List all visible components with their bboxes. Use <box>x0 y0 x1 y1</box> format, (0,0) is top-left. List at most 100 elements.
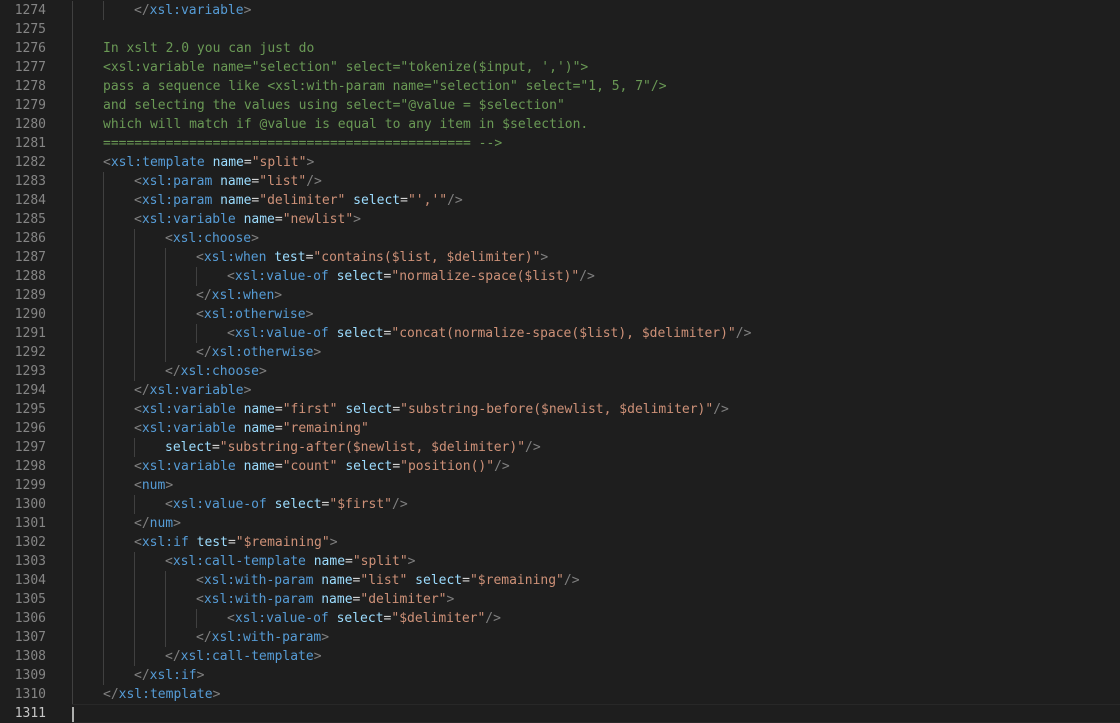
code-line[interactable]: <xsl:choose> <box>72 229 1120 248</box>
code-line[interactable]: </num> <box>72 514 1120 533</box>
code-line[interactable]: </xsl:variable> <box>72 381 1120 400</box>
code-line[interactable]: <xsl:otherwise> <box>72 305 1120 324</box>
code-line[interactable]: </xsl:choose> <box>72 362 1120 381</box>
code-line[interactable]: <xsl:call-template name="split"> <box>72 552 1120 571</box>
code-line[interactable]: and selecting the values using select="@… <box>72 96 1120 115</box>
line-number: 1292 <box>14 345 46 360</box>
line-number: 1290 <box>14 307 46 322</box>
token-bracket: </ <box>103 687 119 702</box>
code-line[interactable]: </xsl:when> <box>72 286 1120 305</box>
token-attr: test <box>196 535 228 550</box>
code-line[interactable]: select="substring-after($newlist, $delim… <box>72 438 1120 457</box>
code-line[interactable]: <xsl:value-of select="normalize-space($l… <box>72 267 1120 286</box>
token-attr: test <box>274 250 306 265</box>
code-text: and selecting the values using select="@… <box>103 96 565 115</box>
token-bracket: < <box>134 459 142 474</box>
line-number: 1305 <box>14 592 46 607</box>
code-area[interactable]: </xsl:variable> In xslt 2.0 you can just … <box>72 0 1120 723</box>
token-tag: xsl:param <box>141 193 213 208</box>
code-editor[interactable]: 1274 1275 1276 1277 1278 1279 1280 1281 1282 1283… <box>0 0 1120 723</box>
code-text: <xsl:variable name="selection" select="t… <box>103 58 588 77</box>
token-str: "position()" <box>400 459 495 474</box>
code-text: </xsl:template> <box>103 685 220 704</box>
token-bracket: > <box>274 288 283 303</box>
token-bracket: > <box>313 345 322 360</box>
text-cursor <box>72 707 74 722</box>
token-bracket: > <box>173 516 181 531</box>
code-line[interactable]: <xsl:with-param name="list" select="$rem… <box>72 571 1120 590</box>
code-line[interactable]: </xsl:otherwise> <box>72 343 1120 362</box>
code-text: <xsl:variable name="first" select="subst… <box>134 400 729 419</box>
token-bracket: > <box>329 535 338 550</box>
code-line[interactable]: </xsl:variable> <box>72 1 1120 20</box>
token-bracket: < <box>165 497 173 512</box>
token-tag: xsl:variable <box>141 212 236 227</box>
token-comment: and selecting the values using select="@… <box>103 98 565 113</box>
code-line[interactable]: </xsl:with-param> <box>72 628 1120 647</box>
code-line[interactable]: <xsl:value-of select="$delimiter"/> <box>72 609 1120 628</box>
token-tag: xsl:if <box>141 535 189 550</box>
token-bracket: < <box>103 155 111 170</box>
code-line[interactable]: </xsl:call-template> <box>72 647 1120 666</box>
code-line[interactable]: <xsl:variable name="count" select="posit… <box>72 457 1120 476</box>
token-attr: name <box>220 174 252 189</box>
token-tag: xsl:choose <box>172 231 252 246</box>
token-bracket: > <box>353 212 361 227</box>
code-line[interactable]: ========================================… <box>72 134 1120 153</box>
token-tag: xsl:with-param <box>203 573 314 588</box>
token-bracket: < <box>165 554 173 569</box>
token-str: "delimiter" <box>259 193 346 208</box>
code-text: <xsl:variable name="newlist"> <box>134 210 361 229</box>
current-code-line[interactable] <box>72 704 1120 723</box>
token-attr: select <box>353 193 401 208</box>
token-eq: = <box>274 459 283 474</box>
line-number: 1285 <box>14 212 46 227</box>
code-line[interactable]: which will match if @value is equal to a… <box>72 115 1120 134</box>
code-line[interactable]: <xsl:template name="split"> <box>72 153 1120 172</box>
token-tag: xsl:with-param <box>211 630 322 645</box>
code-line[interactable]: <xsl:variable name="remaining" <box>72 419 1120 438</box>
line-number: 1288 <box>14 269 46 284</box>
code-text: <xsl:value-of select="$delimiter"/> <box>227 609 501 628</box>
code-line[interactable]: <xsl:param name="list"/> <box>72 172 1120 191</box>
indent-guide <box>134 495 135 514</box>
token-attr: select <box>274 497 322 512</box>
code-line[interactable]: <xsl:value-of select="concat(normalize-s… <box>72 324 1120 343</box>
code-line[interactable]: <xsl:when test="contains($list, $delimit… <box>72 248 1120 267</box>
code-line[interactable]: <num> <box>72 476 1120 495</box>
line-number: 1294 <box>14 383 46 398</box>
token-str: "substring-after($newlist, $delimiter)" <box>219 440 526 455</box>
code-line[interactable]: <xsl:if test="$remaining"> <box>72 533 1120 552</box>
token-tag: xsl:variable <box>141 402 236 417</box>
code-line[interactable]: <xsl:param name="delimiter" select="','"… <box>72 191 1120 210</box>
token-tag: xsl:otherwise <box>203 307 306 322</box>
token-bracket: < <box>134 193 142 208</box>
code-text: </num> <box>134 514 181 533</box>
code-line[interactable]: In xslt 2.0 you can just do <box>72 39 1120 58</box>
code-text: <xsl:template name="split"> <box>103 153 314 172</box>
code-text: <xsl:with-param name="list" select="$rem… <box>196 571 580 590</box>
token-bracket: > <box>306 155 315 170</box>
code-line[interactable]: </xsl:template> <box>72 685 1120 704</box>
code-line[interactable]: <xsl:value-of select="$first"/> <box>72 495 1120 514</box>
token-tag: xsl:variable <box>141 459 236 474</box>
code-line[interactable]: <xsl:variable name="selection" select="t… <box>72 58 1120 77</box>
indent-guide <box>165 248 166 362</box>
code-line[interactable]: </xsl:if> <box>72 666 1120 685</box>
token-tag: xsl:otherwise <box>211 345 314 360</box>
indent-guide <box>134 438 135 457</box>
token-bracket: < <box>227 326 235 341</box>
token-tag: xsl:call-template <box>180 649 314 664</box>
token-str: "split" <box>352 554 408 569</box>
code-line[interactable]: pass a sequence like <xsl:with-param nam… <box>72 77 1120 96</box>
token-bracket: > <box>243 3 252 18</box>
code-line[interactable] <box>72 20 1120 39</box>
code-line[interactable]: <xsl:variable name="first" select="subst… <box>72 400 1120 419</box>
token-bracket: < <box>134 212 142 227</box>
code-line[interactable]: <xsl:variable name="newlist"> <box>72 210 1120 229</box>
code-line[interactable]: <xsl:with-param name="delimiter"> <box>72 590 1120 609</box>
